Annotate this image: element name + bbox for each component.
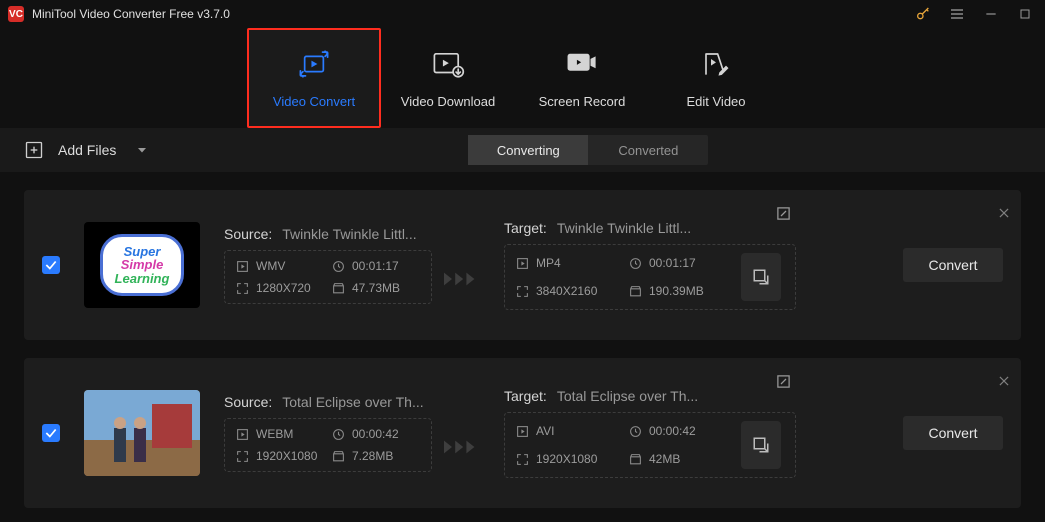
clock-icon	[331, 427, 345, 441]
nav-label: Edit Video	[686, 94, 745, 109]
source-filename: Twinkle Twinkle Littl...	[282, 226, 416, 242]
video-convert-icon	[297, 48, 331, 80]
tab-converted[interactable]: Converted	[588, 135, 708, 165]
conversion-item: Super Simple Learning Source: Twinkle Tw…	[24, 190, 1021, 340]
filesize-icon	[628, 452, 642, 466]
format-icon	[515, 424, 529, 438]
source-size: 47.73MB	[352, 281, 400, 295]
edit-video-icon	[701, 48, 731, 80]
nav-screen-record[interactable]: Screen Record	[515, 28, 649, 128]
close-icon[interactable]	[997, 374, 1011, 391]
target-size: 42MB	[649, 452, 680, 466]
tab-converting[interactable]: Converting	[468, 135, 588, 165]
titlebar: VC MiniTool Video Converter Free v3.7.0	[0, 0, 1045, 28]
target-settings-button[interactable]	[741, 421, 781, 469]
app-title: MiniTool Video Converter Free v3.7.0	[32, 7, 915, 21]
clock-icon	[628, 256, 642, 270]
item-checkbox[interactable]	[42, 256, 60, 274]
add-files-button[interactable]: Add Files	[24, 140, 148, 160]
maximize-icon[interactable]	[1017, 6, 1033, 22]
top-nav: Video Convert Video Download Screen Reco…	[0, 28, 1045, 128]
screen-record-icon	[565, 48, 599, 80]
source-format: WEBM	[256, 427, 293, 441]
target-duration: 00:01:17	[649, 256, 696, 270]
conversion-list: Super Simple Learning Source: Twinkle Tw…	[0, 172, 1045, 508]
edit-icon[interactable]	[776, 374, 791, 392]
source-label: Source:	[224, 226, 272, 242]
minimize-icon[interactable]	[983, 6, 999, 22]
target-resolution: 3840X2160	[536, 284, 597, 298]
nav-video-download[interactable]: Video Download	[381, 28, 515, 128]
arrow-icon	[440, 269, 496, 289]
edit-icon[interactable]	[776, 206, 791, 224]
thumbnail	[84, 390, 200, 476]
item-checkbox[interactable]	[42, 424, 60, 442]
target-block: Target: Twinkle Twinkle Littl... MP4 00:…	[504, 220, 796, 310]
hamburger-icon[interactable]	[949, 6, 965, 22]
target-format: AVI	[536, 424, 554, 438]
arrow-icon	[440, 437, 496, 457]
add-files-icon	[24, 140, 44, 160]
clock-icon	[628, 424, 642, 438]
resolution-icon	[515, 452, 529, 466]
thumbnail: Super Simple Learning	[84, 222, 200, 308]
target-filename: Total Eclipse over Th...	[557, 388, 698, 404]
source-format: WMV	[256, 259, 285, 273]
add-files-label: Add Files	[58, 142, 116, 158]
video-download-icon	[431, 48, 465, 80]
toolbar: Add Files Converting Converted	[0, 128, 1045, 172]
nav-label: Screen Record	[539, 94, 626, 109]
target-settings-button[interactable]	[741, 253, 781, 301]
titlebar-controls	[915, 6, 1033, 22]
convert-button[interactable]: Convert	[903, 416, 1003, 450]
filesize-icon	[331, 449, 345, 463]
source-size: 7.28MB	[352, 449, 393, 463]
chevron-down-icon[interactable]	[136, 144, 148, 156]
source-filename: Total Eclipse over Th...	[282, 394, 423, 410]
source-label: Source:	[224, 394, 272, 410]
status-tabs: Converting Converted	[468, 135, 708, 165]
conversion-item: Source: Total Eclipse over Th... WEBM 00…	[24, 358, 1021, 508]
convert-button[interactable]: Convert	[903, 248, 1003, 282]
format-icon	[235, 427, 249, 441]
source-duration: 00:00:42	[352, 427, 399, 441]
target-size: 190.39MB	[649, 284, 704, 298]
close-icon[interactable]	[997, 206, 1011, 223]
target-filename: Twinkle Twinkle Littl...	[557, 220, 691, 236]
nav-label: Video Convert	[273, 94, 355, 109]
resolution-icon	[235, 449, 249, 463]
app-logo: VC	[8, 6, 24, 22]
filesize-icon	[628, 284, 642, 298]
resolution-icon	[515, 284, 529, 298]
source-resolution: 1920X1080	[256, 449, 317, 463]
format-icon	[235, 259, 249, 273]
key-icon[interactable]	[915, 6, 931, 22]
target-format: MP4	[536, 256, 561, 270]
target-label: Target:	[504, 220, 547, 236]
resolution-icon	[235, 281, 249, 295]
filesize-icon	[331, 281, 345, 295]
format-icon	[515, 256, 529, 270]
target-resolution: 1920X1080	[536, 452, 597, 466]
source-block: Source: Twinkle Twinkle Littl... WMV 00:…	[224, 226, 432, 304]
target-block: Target: Total Eclipse over Th... AVI 00:…	[504, 388, 796, 478]
nav-video-convert[interactable]: Video Convert	[247, 28, 381, 128]
source-resolution: 1280X720	[256, 281, 311, 295]
clock-icon	[331, 259, 345, 273]
target-duration: 00:00:42	[649, 424, 696, 438]
source-block: Source: Total Eclipse over Th... WEBM 00…	[224, 394, 432, 472]
nav-edit-video[interactable]: Edit Video	[649, 28, 783, 128]
source-duration: 00:01:17	[352, 259, 399, 273]
nav-label: Video Download	[401, 94, 495, 109]
target-label: Target:	[504, 388, 547, 404]
